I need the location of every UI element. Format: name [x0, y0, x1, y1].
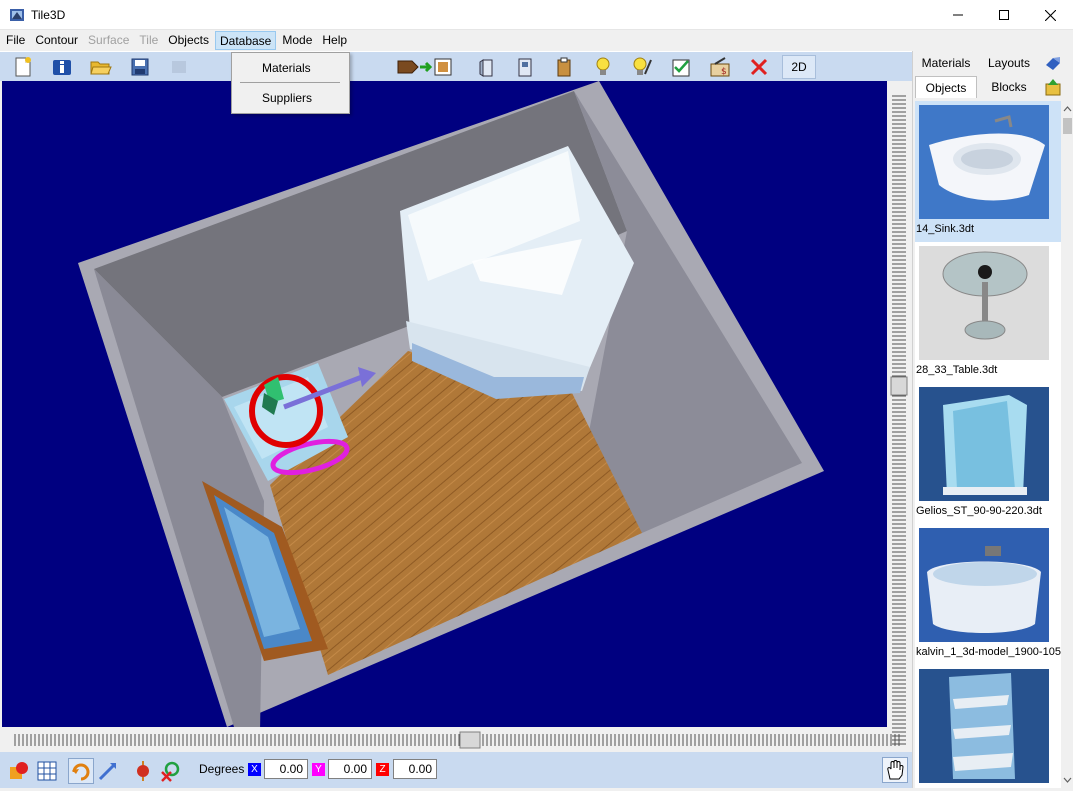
object-thumbnail[interactable]: 14_Sink.3dt [915, 101, 1061, 242]
open-folder-icon[interactable] [86, 54, 116, 80]
tab-blocks[interactable]: Blocks [983, 76, 1035, 98]
object-thumbnail[interactable]: Gelios_ST_90-90-220.3dt [915, 383, 1061, 524]
menu-file[interactable]: File [2, 31, 29, 50]
dropdown-separator [240, 82, 340, 83]
export-icon[interactable] [396, 54, 456, 80]
axis-z-input[interactable]: 0.00 [393, 759, 437, 779]
object-thumbnail[interactable] [915, 665, 1061, 788]
close-button[interactable] [1027, 0, 1073, 30]
info-icon[interactable] [47, 54, 77, 80]
toolbar: $ 2D [0, 51, 912, 81]
light-bulb-icon[interactable] [588, 54, 618, 80]
menu-help[interactable]: Help [318, 31, 351, 50]
object-thumbnail[interactable]: kalvin_1_3d-model_1900-105 [915, 524, 1061, 665]
paste-icon[interactable] [549, 54, 579, 80]
light-settings-icon[interactable] [627, 54, 657, 80]
minimize-button[interactable] [935, 0, 981, 30]
grid-view-icon[interactable] [34, 758, 60, 784]
menu-objects[interactable]: Objects [164, 31, 213, 50]
library-3d-icon[interactable] [1041, 53, 1065, 73]
maximize-button[interactable] [981, 0, 1027, 30]
new-document-icon[interactable] [8, 54, 38, 80]
tab-layouts[interactable]: Layouts [983, 52, 1035, 74]
shelf-preview-icon [919, 669, 1049, 783]
horizontal-rotation-slider[interactable] [14, 731, 900, 749]
axis-y-label: Y [312, 763, 325, 776]
vertical-zoom-slider[interactable] [889, 95, 909, 745]
tab-objects[interactable]: Objects [915, 76, 977, 98]
degrees-label: Degrees [199, 762, 245, 776]
library-panel: Materials Layouts Objects Blocks 14_Sink… [912, 51, 1073, 788]
save-icon[interactable] [125, 54, 155, 80]
reset-view-icon[interactable] [157, 758, 183, 784]
move-object-icon[interactable] [510, 54, 540, 80]
menu-tile[interactable]: Tile [135, 31, 162, 50]
axis-y-input[interactable]: 0.00 [328, 759, 372, 779]
window-title: Tile3D [31, 7, 66, 22]
sink-preview-icon [919, 105, 1049, 219]
view-3d-icon[interactable] [6, 758, 32, 784]
axis-z-label: Z [376, 763, 389, 776]
light-source-icon[interactable] [130, 758, 156, 784]
axis-x-label: X [248, 763, 261, 776]
object-caption: kalvin_1_3d-model_1900-105 [916, 646, 1061, 658]
delete-icon[interactable] [744, 54, 774, 80]
title-bar: Tile3D [0, 0, 1073, 30]
mode-2d-button[interactable]: 2D [782, 55, 816, 79]
checklist-icon[interactable] [666, 54, 696, 80]
database-dropdown: Materials Suppliers [231, 52, 350, 114]
rotate-mode-icon[interactable] [68, 758, 94, 784]
menu-surface[interactable]: Surface [84, 31, 133, 50]
axis-x-input[interactable]: 0.00 [264, 759, 308, 779]
disabled-tool-icon[interactable] [164, 54, 194, 80]
dropdown-item-materials[interactable]: Materials [232, 57, 349, 79]
menu-mode[interactable]: Mode [278, 31, 316, 50]
menu-contour[interactable]: Contour [31, 31, 82, 50]
library-up-icon[interactable] [1041, 77, 1065, 97]
svg-text:$: $ [721, 67, 727, 77]
app-logo-icon [9, 7, 25, 23]
table-preview-icon [919, 246, 1049, 360]
menu-database[interactable]: Database [214, 31, 277, 50]
move-mode-icon[interactable] [95, 758, 121, 784]
shower-preview-icon [919, 387, 1049, 501]
object-caption: 14_Sink.3dt [916, 223, 975, 235]
bathtub-preview-icon [919, 528, 1049, 642]
object-caption: 28_33_Table.3dt [916, 364, 998, 376]
3d-viewport[interactable] [2, 81, 887, 727]
add-object-icon[interactable] [472, 54, 502, 80]
object-thumbnail-list: 14_Sink.3dt 28_33_Table.3dt Gelios_ST_90… [915, 101, 1061, 788]
price-calc-icon[interactable]: $ [705, 54, 735, 80]
object-caption: Gelios_ST_90-90-220.3dt [916, 505, 1042, 517]
dropdown-item-suppliers[interactable]: Suppliers [232, 87, 349, 109]
object-thumbnail[interactable]: 28_33_Table.3dt [915, 242, 1061, 383]
thumbnail-scrollbar[interactable] [1061, 101, 1073, 788]
hand-pan-icon[interactable] [882, 757, 908, 783]
bottom-bar: Degrees X 0.00 Y 0.00 Z 0.00 [0, 752, 912, 788]
tab-materials[interactable]: Materials [919, 52, 973, 74]
menu-bar: File Contour Surface Tile Objects Databa… [0, 30, 1073, 51]
